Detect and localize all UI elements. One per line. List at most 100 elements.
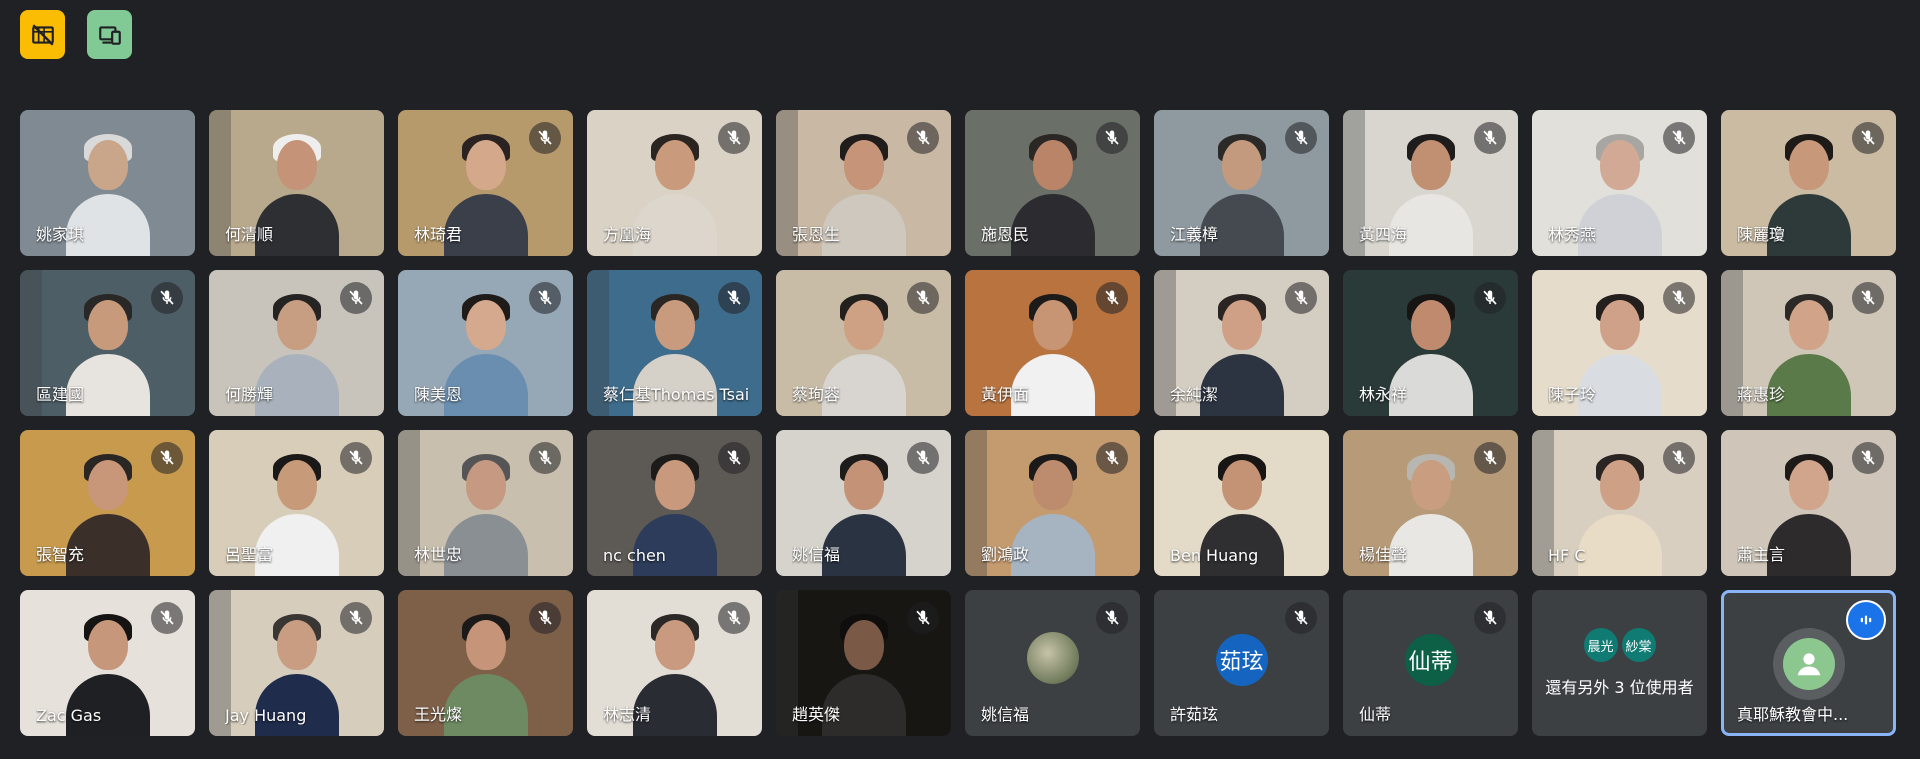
participant-name: 許茹玹: [1170, 705, 1219, 724]
mic-off-icon: [727, 290, 741, 305]
mic-muted-indicator: [529, 602, 561, 634]
participant-tile[interactable]: 蔡仁基Thomas Tsai: [587, 270, 762, 416]
participant-tile[interactable]: 林秀燕: [1532, 110, 1707, 256]
participant-tile[interactable]: Zac Gas: [20, 590, 195, 736]
participant-face: [843, 140, 884, 190]
participant-tile[interactable]: 姚家琪: [20, 110, 195, 256]
presentation-device-icon: [98, 25, 121, 45]
participant-name: 林永祥: [1359, 385, 1408, 404]
participant-tile[interactable]: 區建國: [20, 270, 195, 416]
participant-tile[interactable]: Ben Huang: [1154, 430, 1329, 576]
participant-face: [87, 300, 128, 350]
audio-level-icon: [1860, 615, 1872, 625]
mic-off-icon: [1672, 290, 1686, 305]
participant-name: 方凰海: [603, 225, 652, 244]
mic-muted-indicator: [1852, 122, 1884, 154]
mic-off-icon: [1483, 290, 1497, 305]
participant-tile[interactable]: 茹玹 許茹玹: [1154, 590, 1329, 736]
participant-tile[interactable]: 陳麗瓊: [1721, 110, 1896, 256]
participant-tile[interactable]: 林琦君: [398, 110, 573, 256]
participant-name: 蔣惠珍: [1737, 385, 1786, 404]
person-icon: [1797, 653, 1820, 676]
participant-tile[interactable]: 蔡珣蓉: [776, 270, 951, 416]
participant-tile[interactable]: 黃伊面: [965, 270, 1140, 416]
participant-tile[interactable]: 施恩民: [965, 110, 1140, 256]
mic-off-icon: [1861, 290, 1875, 305]
participant-face: [276, 620, 317, 670]
mic-muted-indicator: [718, 442, 750, 474]
participant-tile[interactable]: 王光燦: [398, 590, 573, 736]
small-avatar: 晨光: [1583, 628, 1618, 662]
mic-muted-indicator: [340, 282, 372, 314]
mic-muted-indicator: [1852, 282, 1884, 314]
participant-tile[interactable]: 何勝輝: [209, 270, 384, 416]
mic-off-icon: [727, 610, 741, 625]
participant-tile[interactable]: 呂聖富: [209, 430, 384, 576]
participant-tile[interactable]: 陳子玲: [1532, 270, 1707, 416]
mic-muted-indicator: [151, 602, 183, 634]
participant-tile[interactable]: 姚信福: [776, 430, 951, 576]
participant-face: [1032, 300, 1073, 350]
mic-muted-indicator: [907, 442, 939, 474]
participant-face: [1788, 140, 1829, 190]
participant-tile[interactable]: 劉鴻政: [965, 430, 1140, 576]
mic-muted-indicator: [151, 282, 183, 314]
participant-tile[interactable]: 林世忠: [398, 430, 573, 576]
participant-tile[interactable]: 姚信福: [965, 590, 1140, 736]
participant-face: [1221, 460, 1262, 510]
mic-off-icon: [538, 130, 552, 145]
participant-name: 呂聖富: [225, 545, 274, 564]
presentation-device-button[interactable]: [87, 10, 132, 59]
participant-name: Ben Huang: [1170, 546, 1259, 565]
mic-off-icon: [1672, 450, 1686, 465]
participant-face: [465, 460, 506, 510]
participant-name: Jay Huang: [225, 706, 307, 725]
mic-off-icon: [916, 610, 930, 625]
participant-tile[interactable]: 何清順: [209, 110, 384, 256]
participant-tile[interactable]: 趙英傑: [776, 590, 951, 736]
participant-tile[interactable]: 余純潔: [1154, 270, 1329, 416]
participant-tile[interactable]: 蕭主言: [1721, 430, 1896, 576]
mic-off-icon: [1861, 130, 1875, 145]
small-avatar: 紗棠: [1621, 628, 1656, 662]
participant-name: 林琦君: [414, 225, 463, 244]
participant-tile[interactable]: 真耶穌教會中...: [1721, 590, 1896, 736]
participant-tile[interactable]: HF C: [1532, 430, 1707, 576]
mic-muted-indicator: [1474, 122, 1506, 154]
participant-tile[interactable]: 林志清: [587, 590, 762, 736]
participant-tile[interactable]: 林永祥: [1343, 270, 1518, 416]
participant-tile[interactable]: 張恩生: [776, 110, 951, 256]
participant-tile[interactable]: 張智充: [20, 430, 195, 576]
participant-face: [843, 460, 884, 510]
mic-muted-indicator: [529, 442, 561, 474]
mic-muted-indicator: [718, 602, 750, 634]
mic-off-icon: [349, 610, 363, 625]
participant-tile[interactable]: 仙蒂 仙蒂: [1343, 590, 1518, 736]
participant-tile[interactable]: 方凰海: [587, 110, 762, 256]
mic-off-icon: [349, 450, 363, 465]
participant-name: 黃四海: [1359, 225, 1408, 244]
mic-off-icon: [538, 290, 552, 305]
participant-shirt: [254, 674, 339, 736]
participant-tile[interactable]: 蔣惠珍: [1721, 270, 1896, 416]
mic-muted-indicator: [340, 442, 372, 474]
participant-tile[interactable]: 黃四海: [1343, 110, 1518, 256]
mic-off-icon: [538, 610, 552, 625]
participant-tile[interactable]: Jay Huang: [209, 590, 384, 736]
participant-name: 楊佳聲: [1359, 545, 1408, 564]
mic-muted-indicator: [1474, 602, 1506, 634]
participant-tile[interactable]: 楊佳聲: [1343, 430, 1518, 576]
hidden-tiles-button[interactable]: [20, 10, 65, 59]
mic-muted-indicator: [1474, 442, 1506, 474]
participant-tile[interactable]: 江義樟: [1154, 110, 1329, 256]
participant-name: 張智充: [36, 545, 85, 564]
more-participants-label: 還有另外 3 位使用者: [1545, 678, 1694, 697]
participant-tile[interactable]: nc chen: [587, 430, 762, 576]
participant-tile[interactable]: 陳美恩: [398, 270, 573, 416]
participant-name: 張恩生: [792, 225, 841, 244]
self-avatar: [1772, 628, 1845, 700]
speaking-indicator: [1846, 600, 1886, 640]
participant-name: 林世忠: [414, 545, 463, 564]
participant-tile[interactable]: 晨光 紗棠還有另外 3 位使用者: [1532, 590, 1707, 736]
participant-face: [276, 300, 317, 350]
